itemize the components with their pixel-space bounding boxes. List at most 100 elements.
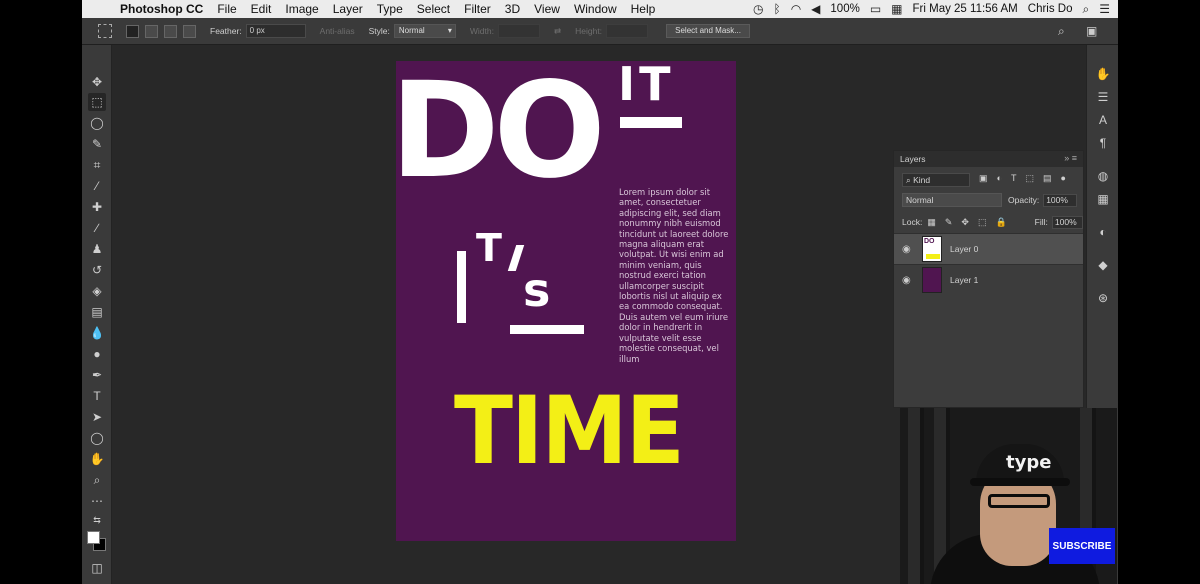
- lock-row: Lock: ▦ ✎ ✥ ⬚ 🔒 Fill: 100%: [894, 211, 1083, 233]
- style-select[interactable]: Normal: [393, 24, 456, 38]
- opacity-input[interactable]: 100%: [1043, 193, 1078, 207]
- visibility-eye-icon[interactable]: ◉: [902, 244, 916, 255]
- menu-3d[interactable]: 3D: [505, 2, 520, 16]
- app-menu[interactable]: Photoshop CC: [120, 2, 203, 16]
- workspace-icon[interactable]: ▣: [1086, 24, 1097, 38]
- volume-icon[interactable]: ◀: [811, 2, 820, 16]
- filter-toggle-icon[interactable]: ●: [1060, 173, 1065, 183]
- filter-smart-object-icon[interactable]: ▤: [1043, 173, 1052, 184]
- crop-tool-icon[interactable]: ⌗: [88, 156, 106, 174]
- battery-icon[interactable]: ▭: [870, 2, 881, 16]
- layers-panel-title[interactable]: Layers: [900, 154, 926, 164]
- swatches-panel-icon[interactable]: ▦: [1094, 190, 1112, 208]
- brush-presets-icon[interactable]: ✋: [1094, 65, 1112, 83]
- lock-artboard-icon[interactable]: ⬚: [978, 217, 987, 228]
- anti-alias-checkbox[interactable]: Anti-alias: [320, 26, 355, 36]
- swap-colors-icon[interactable]: ⇆: [88, 511, 106, 529]
- filter-shape-icon[interactable]: ⬚: [1025, 173, 1034, 184]
- gradient-tool-icon[interactable]: ▤: [88, 303, 106, 321]
- lock-pixels-icon[interactable]: ✎: [945, 217, 953, 228]
- menu-filter[interactable]: Filter: [464, 2, 491, 16]
- user-name[interactable]: Chris Do: [1028, 3, 1073, 15]
- add-selection-icon[interactable]: [145, 24, 158, 38]
- dodge-tool-icon[interactable]: ●: [88, 345, 106, 363]
- new-selection-icon[interactable]: [126, 24, 139, 38]
- select-and-mask-button[interactable]: Select and Mask...: [666, 24, 751, 38]
- menu-window[interactable]: Window: [574, 2, 617, 16]
- filter-pixel-icon[interactable]: ▣: [979, 173, 988, 184]
- layer-row[interactable]: ◉ Layer 1: [894, 264, 1083, 295]
- marquee-preset-icon[interactable]: [98, 24, 112, 38]
- menu-select[interactable]: Select: [417, 2, 450, 16]
- bluetooth-icon[interactable]: ᛒ: [773, 2, 780, 16]
- subscribe-button[interactable]: SUBSCRIBE: [1049, 528, 1115, 564]
- menu-file[interactable]: File: [217, 2, 236, 16]
- time-machine-icon[interactable]: ◷: [753, 2, 763, 16]
- menu-help[interactable]: Help: [631, 2, 656, 16]
- intersect-selection-icon[interactable]: [183, 24, 196, 38]
- presenter-glasses: [988, 494, 1050, 508]
- filter-type-icon[interactable]: T: [1011, 173, 1017, 183]
- layer-name[interactable]: Layer 1: [950, 275, 978, 285]
- spotlight-search-icon[interactable]: ⌕: [1083, 2, 1090, 17]
- more-tools-icon[interactable]: ⋯: [88, 492, 106, 510]
- lock-all-icon[interactable]: 🔒: [995, 217, 1006, 228]
- history-brush-icon[interactable]: ↺: [88, 261, 106, 279]
- move-tool-icon[interactable]: ✥: [88, 73, 106, 91]
- layer-row[interactable]: ◉ DO Layer 0: [894, 233, 1083, 264]
- quick-mask-icon[interactable]: ◫: [88, 559, 106, 577]
- layers-panel-icon[interactable]: ◆: [1094, 256, 1112, 274]
- eraser-tool-icon[interactable]: ◈: [88, 282, 106, 300]
- blur-tool-icon[interactable]: 💧: [88, 324, 106, 342]
- lock-position-icon[interactable]: ✥: [961, 217, 969, 228]
- type-tool-icon[interactable]: T: [88, 387, 106, 405]
- brush-tool-icon[interactable]: ∕: [88, 219, 106, 237]
- quick-selection-icon[interactable]: ✎: [88, 135, 106, 153]
- feather-input[interactable]: 0 px: [245, 24, 306, 38]
- zoom-tool-icon[interactable]: ⌕: [88, 471, 106, 489]
- wifi-icon[interactable]: ◠: [791, 2, 801, 16]
- layer-thumbnail: DO: [922, 236, 942, 262]
- lasso-tool-icon[interactable]: ◯: [88, 114, 106, 132]
- rectangular-marquee-icon[interactable]: ⬚: [88, 93, 106, 111]
- pen-tool-icon[interactable]: ✒: [88, 366, 106, 384]
- menu-edit[interactable]: Edit: [251, 2, 272, 16]
- eyedropper-icon[interactable]: ⁄: [88, 177, 106, 195]
- fill-input[interactable]: 100%: [1051, 215, 1083, 229]
- visibility-eye-icon[interactable]: ◉: [902, 275, 916, 286]
- lock-transparency-icon[interactable]: ▦: [927, 217, 936, 228]
- foreground-color-swatch[interactable]: [87, 531, 100, 544]
- kind-filter-select[interactable]: ⌕ Kind: [902, 173, 970, 187]
- menu-image[interactable]: Image: [285, 2, 318, 16]
- paragraph-panel-icon[interactable]: ¶: [1094, 134, 1112, 152]
- document-canvas[interactable]: DO IT T s Lorem ipsum dolor sit amet, co…: [396, 61, 736, 541]
- menu-view[interactable]: View: [534, 2, 560, 16]
- cap-logo-text: type: [1006, 452, 1052, 473]
- calendar-icon[interactable]: ▦: [891, 2, 902, 16]
- subtract-selection-icon[interactable]: [164, 24, 177, 38]
- height-label: Height:: [575, 26, 603, 36]
- blend-mode-select[interactable]: Normal: [902, 193, 1002, 207]
- height-input[interactable]: [606, 24, 649, 38]
- healing-brush-icon[interactable]: ✚: [88, 198, 106, 216]
- swap-icon[interactable]: ⇄: [554, 26, 561, 37]
- notification-center-icon[interactable]: ☰: [1099, 2, 1110, 16]
- menu-type[interactable]: Type: [377, 2, 403, 16]
- clone-stamp-icon[interactable]: ♟: [88, 240, 106, 258]
- menu-layer[interactable]: Layer: [333, 2, 363, 16]
- filter-adjustment-icon[interactable]: ◐: [997, 173, 1002, 183]
- character-panel-icon[interactable]: A: [1094, 111, 1112, 129]
- channels-panel-icon[interactable]: ⊛: [1094, 289, 1112, 307]
- search-icon[interactable]: ⌕: [1058, 24, 1065, 39]
- hand-tool-icon[interactable]: ✋: [88, 450, 106, 468]
- adjustments-sliders-icon[interactable]: ☰: [1094, 88, 1112, 106]
- shape-tool-icon[interactable]: ◯: [88, 429, 106, 447]
- clock[interactable]: Fri May 25 11:56 AM: [913, 3, 1018, 15]
- path-selection-icon[interactable]: ➤: [88, 408, 106, 426]
- color-panel-icon[interactable]: ◍: [1094, 167, 1112, 185]
- layer-name[interactable]: Layer 0: [950, 244, 978, 254]
- headline-its-s: s: [523, 263, 551, 317]
- adjustments-panel-icon[interactable]: ◐: [1094, 223, 1112, 241]
- panel-menu-icon[interactable]: » ≡: [1064, 153, 1077, 163]
- width-input[interactable]: [497, 24, 540, 38]
